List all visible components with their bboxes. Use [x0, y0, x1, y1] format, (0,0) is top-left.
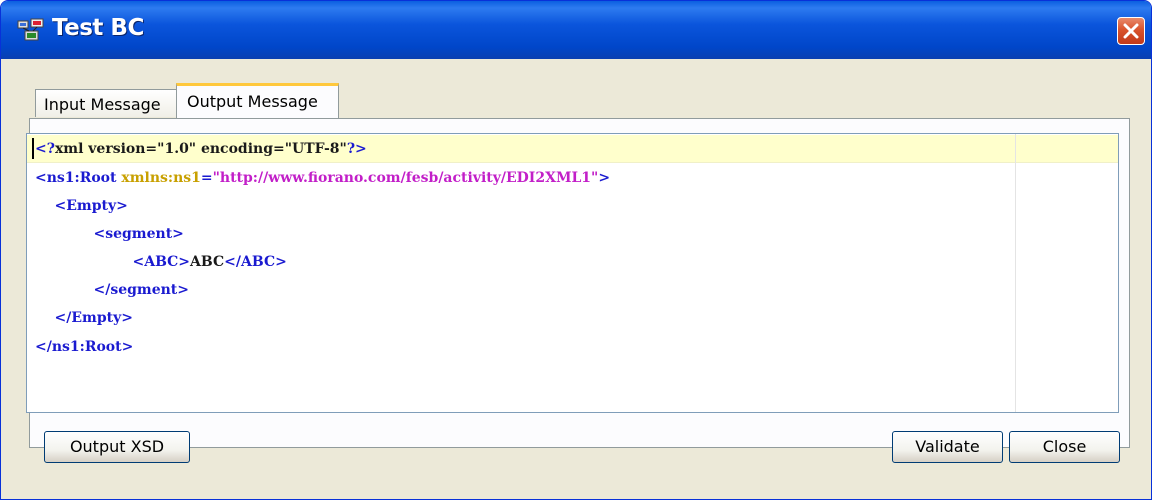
code-token: </segment>: [35, 282, 190, 298]
code-token: <?: [35, 141, 55, 157]
output-xsd-button[interactable]: Output XSD: [44, 431, 190, 463]
code-token: </Empty>: [35, 310, 133, 326]
code-token: ABC: [190, 254, 225, 270]
window-close-button[interactable]: [1117, 17, 1145, 45]
window-title: Test BC: [52, 15, 144, 41]
code-token: "http://www.fiorano.com/fesb/activity/ED…: [212, 170, 599, 186]
text-caret: [32, 138, 34, 159]
code-line: </Empty>: [35, 308, 133, 328]
code-line: </segment>: [35, 280, 189, 300]
app-icon: [17, 18, 44, 41]
close-icon: [1123, 23, 1139, 39]
xml-output-editor[interactable]: <?xml version="1.0" encoding="UTF-8"?> <n…: [26, 133, 1119, 413]
right-margin-line: [1015, 134, 1016, 412]
code-token: <ABC>: [35, 254, 191, 270]
code-line: <ns1:Root xmlns:ns1="http://www.fiorano.…: [35, 168, 610, 188]
code-line: <segment>: [35, 224, 184, 244]
code-token: <segment>: [35, 226, 184, 242]
code-token: xml version="1.0" encoding="UTF-8": [54, 141, 347, 157]
code-token: </ABC>: [224, 254, 287, 270]
code-line: <ABC>ABC</ABC>: [35, 252, 287, 272]
code-line: </ns1:Root>: [35, 337, 133, 357]
close-button[interactable]: Close: [1009, 431, 1120, 463]
code-token: <ns1:Root: [35, 170, 122, 186]
title-bar[interactable]: Test BC: [1, 1, 1151, 59]
code-token: <Empty>: [35, 198, 128, 214]
code-token: =: [200, 170, 213, 186]
code-line: <?xml version="1.0" encoding="UTF-8"?>: [35, 139, 367, 159]
code-token: </ns1:Root>: [35, 339, 134, 355]
validate-button[interactable]: Validate: [892, 431, 1003, 463]
tab-input-message[interactable]: Input Message: [35, 89, 177, 117]
dialog-content: Input Message Output Message <?xml versi…: [11, 63, 1142, 491]
code-token: ?>: [346, 141, 367, 157]
code-token: >: [598, 170, 611, 186]
tab-output-message[interactable]: Output Message: [176, 83, 339, 118]
code-line: <Empty>: [35, 196, 128, 216]
code-token: xmlns:ns1: [121, 170, 201, 186]
dialog-window: Test BC Input Message Output Message <?x…: [0, 0, 1152, 500]
